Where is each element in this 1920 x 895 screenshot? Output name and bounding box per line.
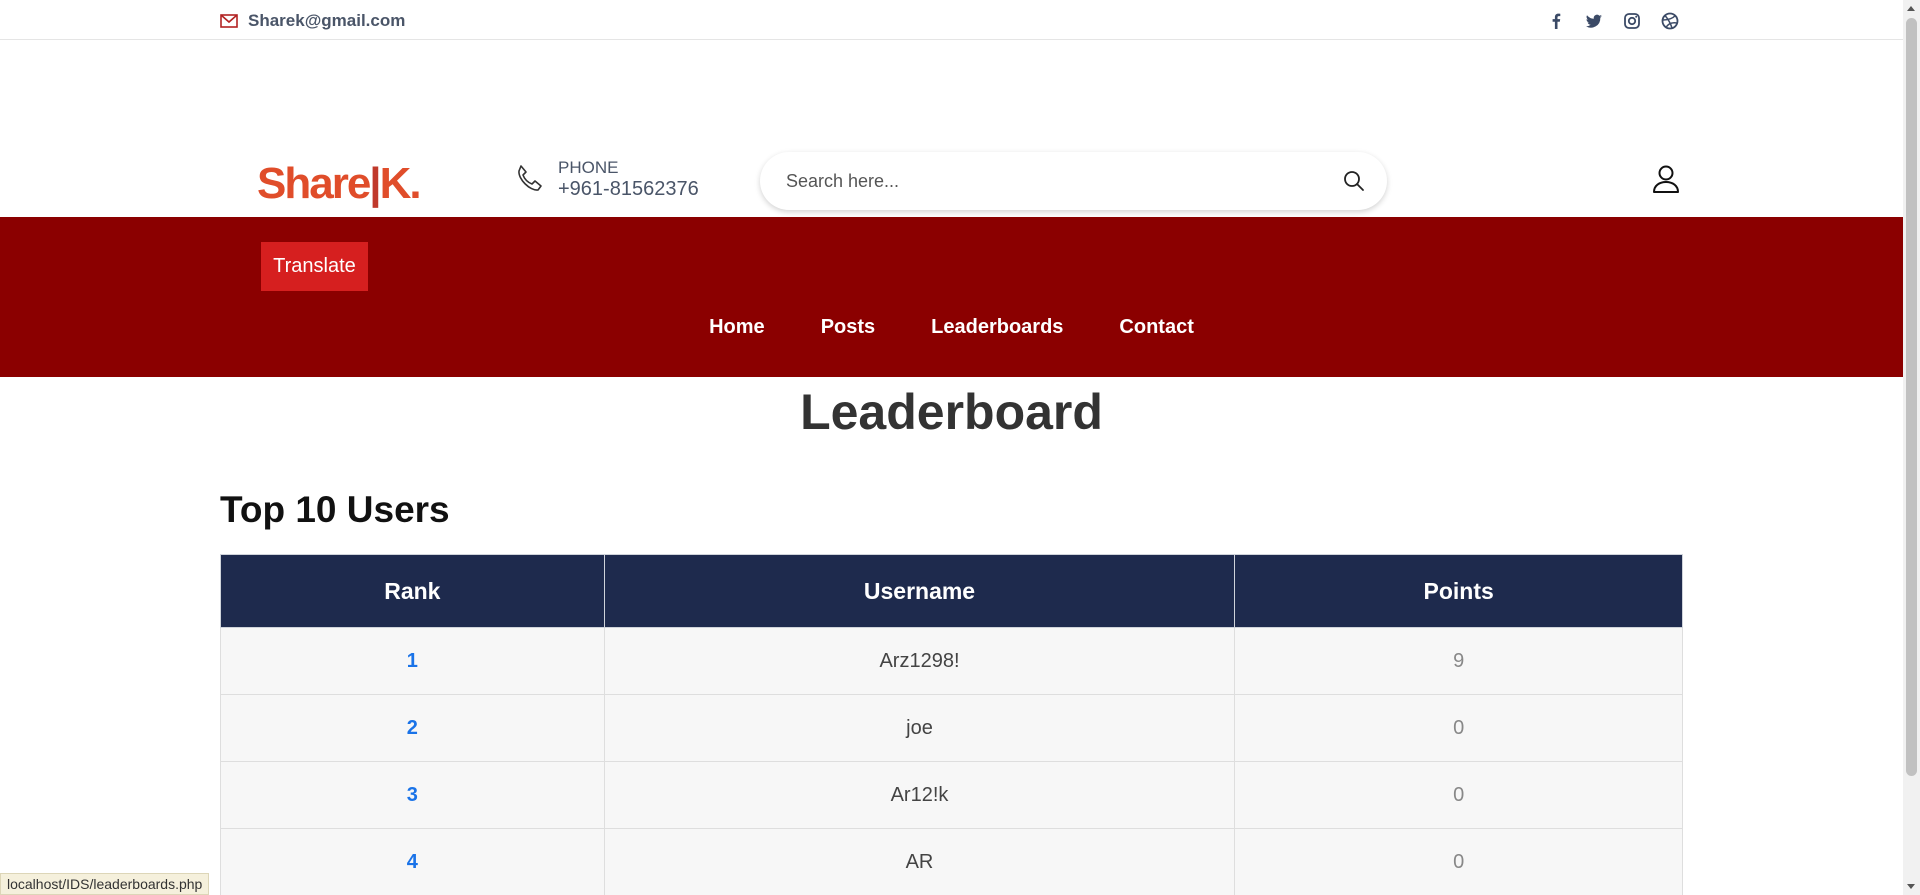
- nav-contact[interactable]: Contact: [1119, 316, 1193, 339]
- rank-cell[interactable]: 4: [220, 828, 605, 895]
- facebook-icon[interactable]: [1546, 11, 1566, 31]
- username-cell: AR: [603, 828, 1236, 895]
- username-cell: joe: [603, 694, 1236, 762]
- user-account-icon[interactable]: [1652, 164, 1680, 199]
- email-text: Sharek@gmail.com: [248, 11, 406, 30]
- table-row: 2 joe 0: [220, 694, 1683, 762]
- twitter-icon[interactable]: [1584, 11, 1604, 31]
- table-header-row: Rank Username Points: [220, 554, 1683, 628]
- dribbble-icon[interactable]: [1660, 11, 1680, 31]
- email-contact[interactable]: Sharek@gmail.com: [220, 11, 405, 31]
- section-title: Top 10 Users: [220, 489, 450, 530]
- header: Share|K. PHONE +961-81562376: [0, 40, 1903, 217]
- translate-button[interactable]: Translate: [261, 242, 368, 291]
- nav-leaderboards[interactable]: Leaderboards: [931, 316, 1063, 339]
- points-cell: 0: [1234, 761, 1683, 829]
- page: Sharek@gmail.com Share|K. PHONE +961-815…: [0, 0, 1903, 895]
- envelope-icon: [220, 14, 238, 28]
- main-nav: Home Posts Leaderboards Contact: [0, 316, 1903, 339]
- table-row: 3 Ar12!k 0: [220, 761, 1683, 829]
- column-header-points: Points: [1234, 554, 1683, 628]
- rank-cell[interactable]: 2: [220, 694, 605, 762]
- search-input[interactable]: [786, 170, 1343, 192]
- nav-posts[interactable]: Posts: [821, 316, 875, 339]
- phone-contact: PHONE +961-81562376: [512, 158, 699, 200]
- column-header-rank: Rank: [220, 554, 605, 628]
- top-bar: Sharek@gmail.com: [0, 0, 1903, 40]
- leaderboard-table: Rank Username Points 1 Arz1298! 9 2 joe …: [220, 554, 1683, 895]
- status-bar-url: localhost/IDS/leaderboards.php: [0, 873, 210, 895]
- table-row: 4 AR 0: [220, 828, 1683, 895]
- social-links: [1546, 11, 1680, 31]
- page-title: Leaderboard: [800, 384, 1103, 440]
- table-row: 1 Arz1298! 9: [220, 627, 1683, 695]
- nav-band: Translate Home Posts Leaderboards Contac…: [0, 217, 1903, 377]
- search-icon[interactable]: [1343, 170, 1365, 192]
- rank-cell[interactable]: 1: [220, 627, 605, 695]
- nav-home[interactable]: Home: [709, 316, 765, 339]
- phone-label: PHONE: [558, 158, 619, 177]
- scroll-down-arrow[interactable]: [1907, 884, 1915, 889]
- logo-bar: |: [369, 159, 381, 208]
- column-header-username: Username: [603, 554, 1236, 628]
- scrollbar-thumb[interactable]: [1906, 18, 1917, 776]
- username-cell: Arz1298!: [603, 627, 1236, 695]
- points-cell: 0: [1234, 694, 1683, 762]
- logo[interactable]: Share|K.: [257, 159, 422, 208]
- points-cell: 0: [1234, 828, 1683, 895]
- search-box: [760, 152, 1387, 210]
- scroll-up-arrow[interactable]: [1907, 6, 1915, 11]
- instagram-icon[interactable]: [1622, 11, 1642, 31]
- points-cell: 9: [1234, 627, 1683, 695]
- rank-cell[interactable]: 3: [220, 761, 605, 829]
- phone-icon: [518, 165, 542, 191]
- username-cell: Ar12!k: [603, 761, 1236, 829]
- phone-number: +961-81562376: [558, 178, 699, 200]
- logo-left: Share: [257, 159, 371, 208]
- vertical-scrollbar[interactable]: [1903, 0, 1920, 895]
- logo-right: K.: [379, 159, 422, 208]
